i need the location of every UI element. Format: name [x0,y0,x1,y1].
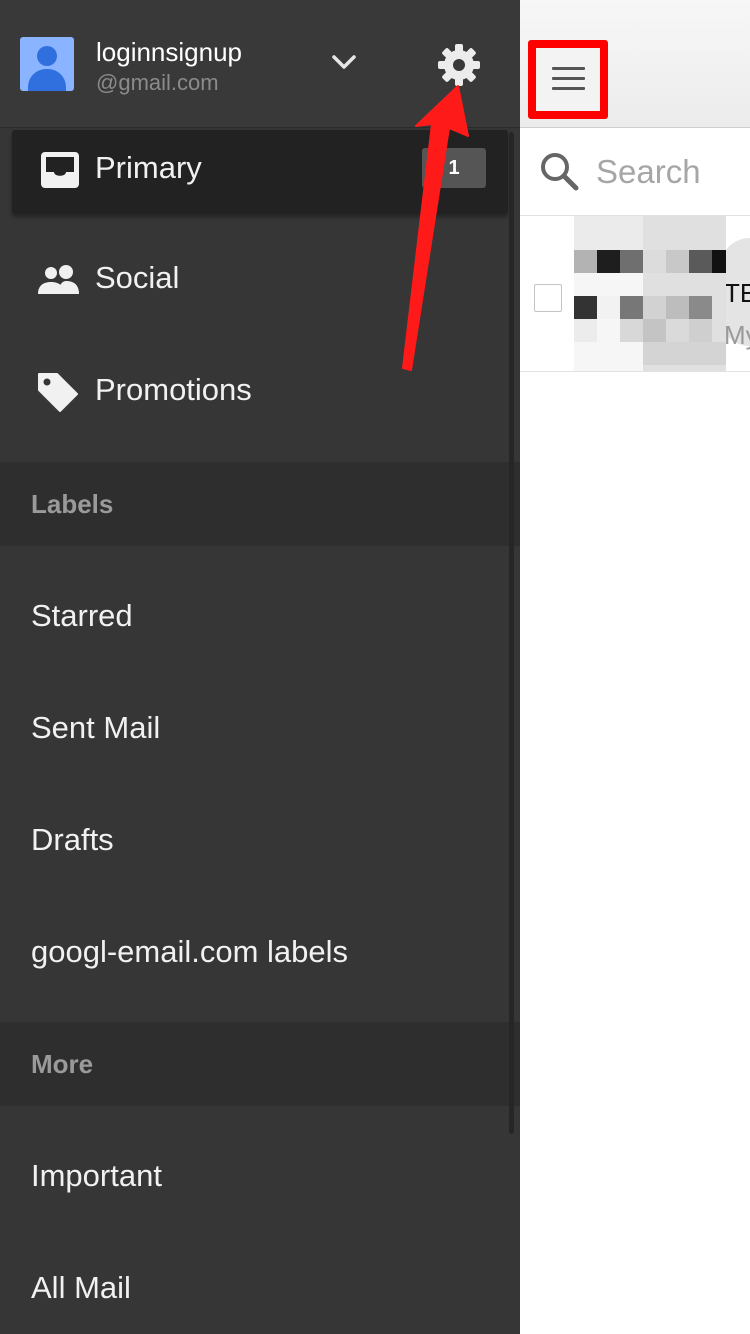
label-item-starred[interactable]: Starred [0,560,520,672]
section-title: Labels [31,489,114,519]
people-icon [38,265,79,294]
navigation-drawer: loginnsignup @gmail.com Primary 1 Social… [0,0,520,1334]
nav-item-social[interactable]: Social [0,224,520,336]
label-text: All Mail [31,1270,131,1305]
label-text: Drafts [31,822,114,857]
search-icon [541,153,579,191]
drawer-scrollbar[interactable] [509,132,514,1134]
mail-select-checkbox[interactable] [534,284,562,312]
unread-count-badge: 1 [422,148,486,188]
label-text: Important [31,1158,162,1193]
label-item-drafts[interactable]: Drafts [0,784,520,896]
label-item-important[interactable]: Important [0,1120,520,1232]
account-header: loginnsignup @gmail.com [0,0,520,128]
label-text: Starred [31,598,133,633]
gear-icon[interactable] [436,42,482,88]
section-title: More [31,1049,94,1079]
inbox-icon [41,152,79,188]
mail-snippet: My [724,320,750,350]
pixelated-redaction [574,216,726,371]
label-item-googl-email-labels[interactable]: googl-email.com labels [0,896,520,1008]
mail-list-pane: TE My [520,0,750,1334]
chevron-down-icon[interactable] [326,44,362,80]
label-item-all-mail[interactable]: All Mail [0,1232,520,1334]
label-text: googl-email.com labels [31,934,349,969]
account-email: @gmail.com [96,70,219,95]
tag-icon [38,373,78,412]
section-header-labels: Labels [0,462,520,546]
nav-item-promotions[interactable]: Promotions [0,336,520,448]
menu-button[interactable] [528,40,608,119]
section-header-more: More [0,1022,520,1106]
account-name: loginnsignup [96,37,243,67]
search-bar [520,128,750,216]
label-text: Sent Mail [31,710,161,745]
avatar[interactable] [20,37,74,91]
search-input[interactable] [596,150,746,194]
nav-label-promotions: Promotions [95,372,252,407]
mail-sender: TE [724,278,750,308]
nav-label-social: Social [95,260,180,295]
label-item-sent-mail[interactable]: Sent Mail [0,672,520,784]
mail-list-item[interactable]: TE My [520,216,750,372]
nav-label-primary: Primary [95,150,202,185]
mail-toolbar [520,0,750,128]
